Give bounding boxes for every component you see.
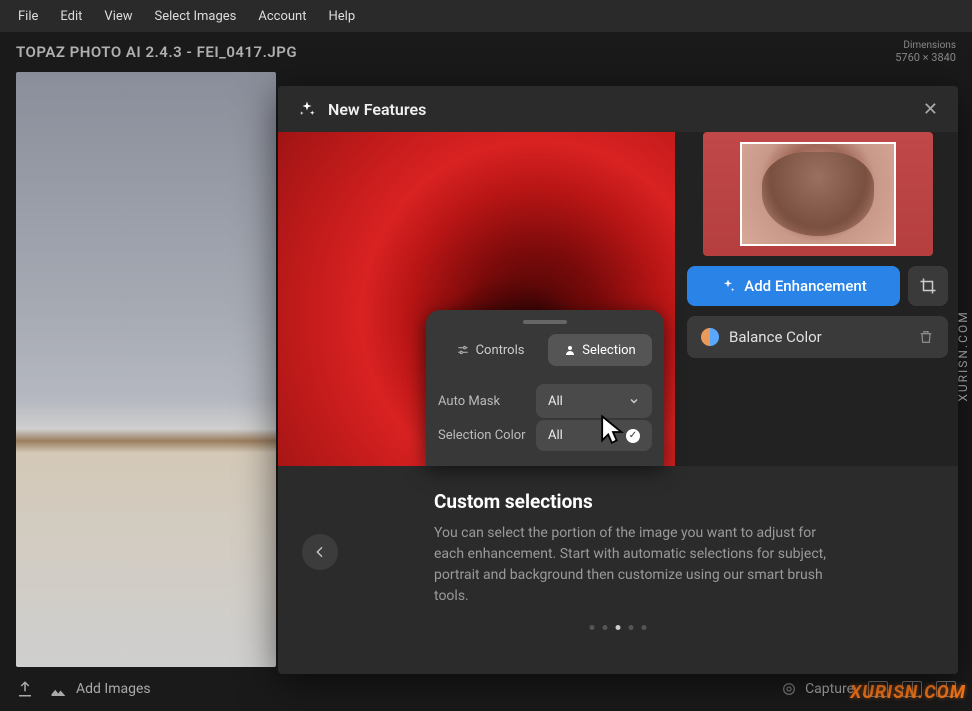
modal-title: New Features	[328, 100, 426, 119]
crop-icon	[919, 277, 937, 295]
close-icon[interactable]: ✕	[923, 99, 938, 120]
menu-help[interactable]: Help	[319, 5, 366, 28]
new-features-modal: New Features ✕ Controls Selection Auto M…	[278, 86, 958, 674]
feature-body: You can select the portion of the image …	[434, 523, 834, 607]
auto-mask-label: Auto Mask	[438, 394, 526, 409]
feature-carousel: Controls Selection Auto Mask All All ✓	[278, 132, 958, 466]
cursor-icon	[598, 414, 628, 450]
dot-4[interactable]	[642, 625, 647, 630]
check-icon: ✓	[626, 429, 640, 443]
app-title: TOPAZ PHOTO AI 2.4.3 - FEI_0417.JPG	[16, 43, 297, 61]
watermark: XURISN.COM	[850, 682, 966, 703]
dimensions-readout: Dimensions 5760 × 3840	[895, 40, 956, 64]
export-button[interactable]	[16, 680, 34, 698]
thumbnail[interactable]	[703, 132, 933, 256]
menu-account[interactable]: Account	[248, 5, 316, 28]
menu-edit[interactable]: Edit	[50, 5, 92, 28]
crop-button[interactable]	[908, 266, 948, 306]
dot-3[interactable]	[629, 625, 634, 630]
menu-select-images[interactable]: Select Images	[145, 5, 247, 28]
dot-2[interactable]	[616, 625, 621, 630]
enhancement-column: Add Enhancement Balance Color	[687, 132, 958, 466]
menu-file[interactable]: File	[8, 5, 48, 28]
side-watermark: XURISN.COM	[956, 310, 970, 401]
dot-1[interactable]	[603, 625, 608, 630]
sparkle-icon	[720, 278, 736, 294]
chevron-down-icon	[628, 395, 640, 407]
balance-color-icon	[701, 328, 719, 346]
titlebar: TOPAZ PHOTO AI 2.4.3 - FEI_0417.JPG Dime…	[0, 32, 972, 72]
carousel-dots	[590, 625, 647, 630]
feature-description: Custom selections You can select the por…	[278, 466, 958, 644]
trash-icon[interactable]	[918, 329, 934, 345]
modal-header: New Features ✕	[278, 86, 958, 132]
sparkle-icon	[298, 100, 316, 118]
selection-color-label: Selection Color	[438, 428, 526, 443]
feature-heading: Custom selections	[434, 490, 922, 513]
arrow-left-icon	[312, 544, 328, 560]
auto-mask-dropdown[interactable]: All All ✓	[536, 384, 652, 418]
panel-handle[interactable]	[523, 320, 567, 324]
previous-button[interactable]	[302, 534, 338, 570]
add-enhancement-button[interactable]: Add Enhancement	[687, 266, 900, 306]
balance-color-item[interactable]: Balance Color	[687, 316, 948, 358]
tab-controls[interactable]: Controls	[438, 334, 542, 366]
panel-tabs: Controls Selection	[438, 334, 652, 366]
dropdown-option-all[interactable]: All ✓	[536, 420, 652, 451]
image-preview[interactable]	[16, 72, 276, 667]
add-images-button[interactable]: Add Images	[50, 681, 151, 697]
selection-panel: Controls Selection Auto Mask All All ✓	[426, 310, 664, 466]
auto-mask-row: Auto Mask All All ✓	[438, 384, 652, 418]
menu-view[interactable]: View	[94, 5, 142, 28]
dot-0[interactable]	[590, 625, 595, 630]
capture-button[interactable]: Capture	[781, 681, 854, 697]
menubar: File Edit View Select Images Account Hel…	[0, 0, 972, 32]
tab-selection[interactable]: Selection	[548, 334, 652, 366]
